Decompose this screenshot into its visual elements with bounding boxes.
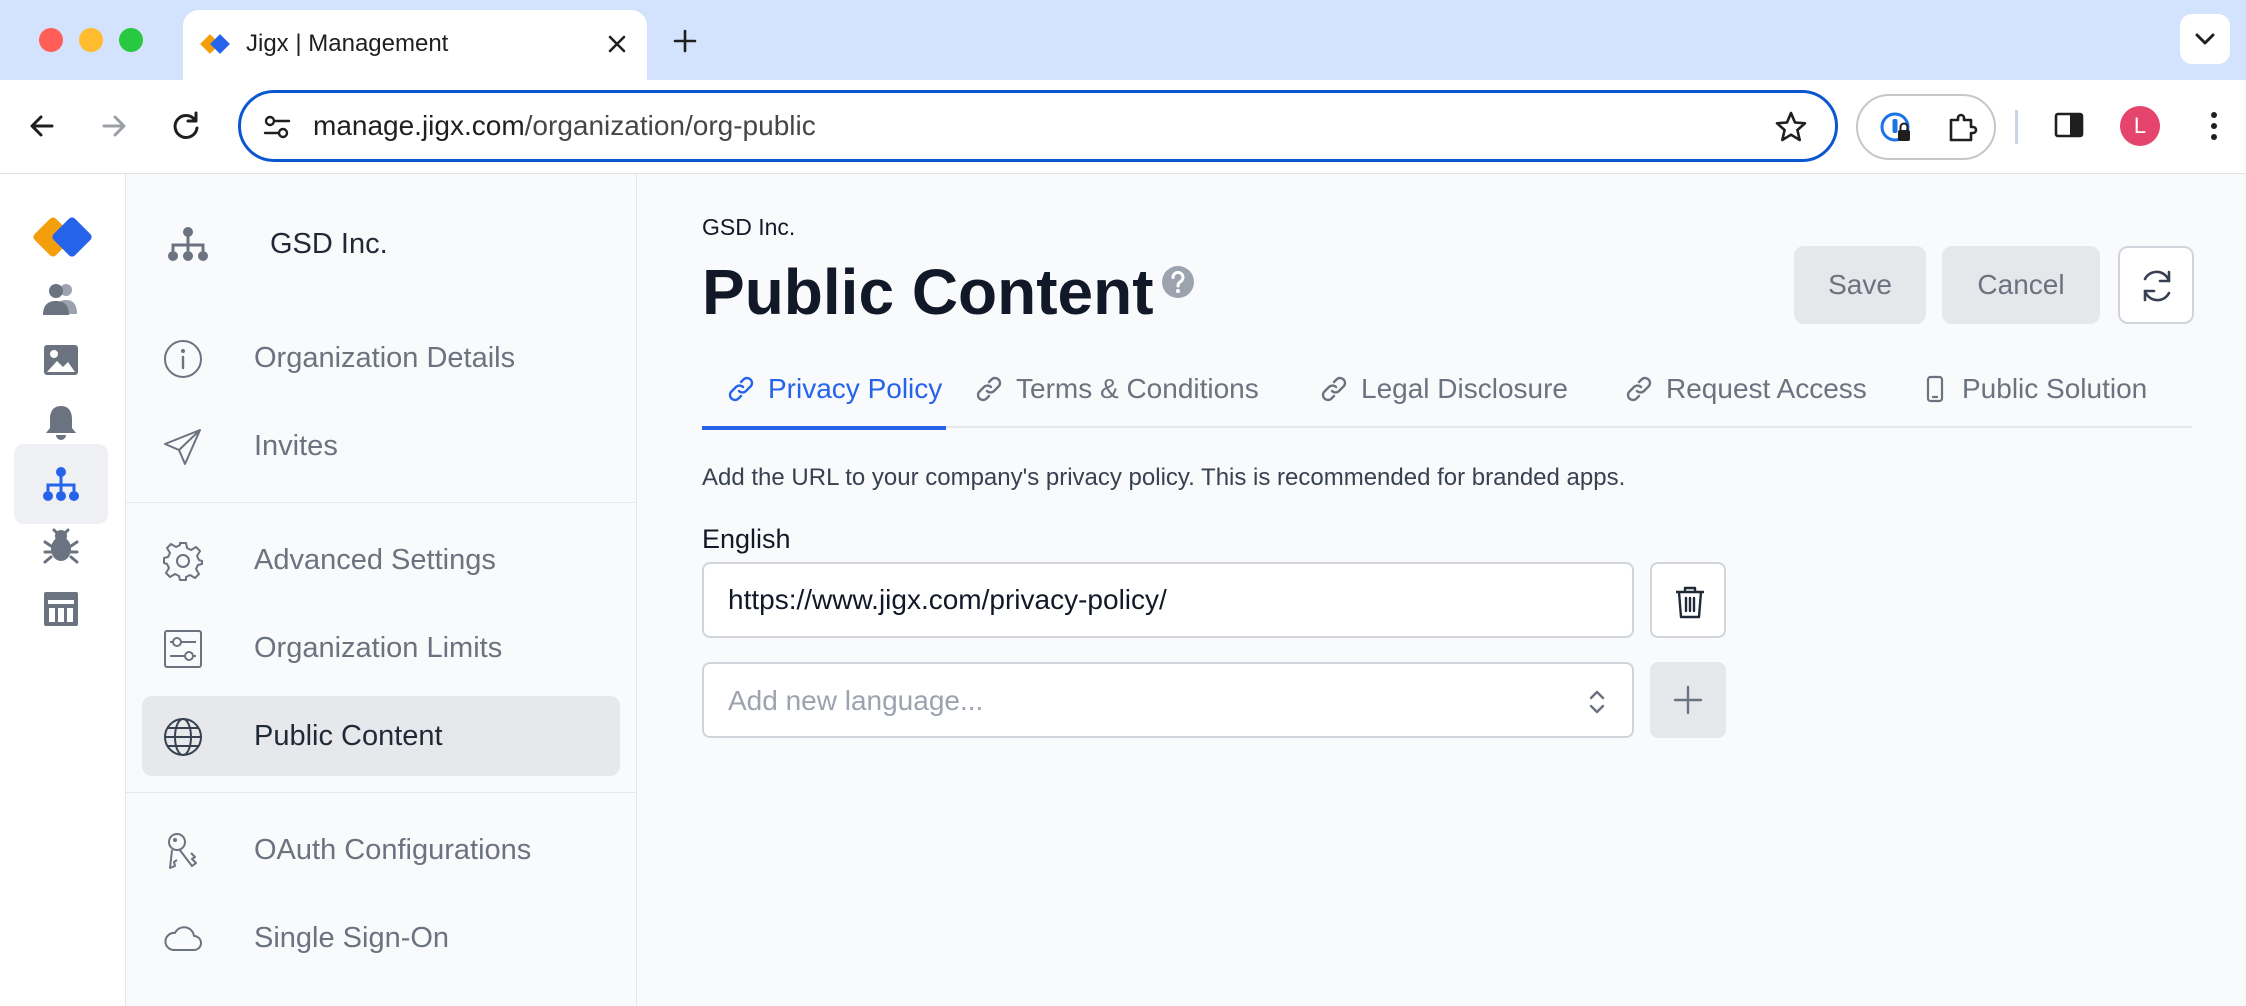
link-icon: [1626, 376, 1652, 402]
tab-terms-conditions[interactable]: Terms & Conditions: [974, 360, 1274, 428]
add-language-button[interactable]: [1650, 662, 1726, 738]
cloud-icon: [164, 926, 202, 951]
url-text: manage.jigx.com/organization/org-public: [313, 106, 816, 146]
save-button[interactable]: Save: [1794, 246, 1926, 324]
browser-tab-strip: Jigx | Management: [0, 0, 2246, 80]
url-host: manage.jigx.com: [313, 110, 525, 141]
jigx-favicon-icon: [200, 34, 230, 54]
toolbar-divider: [2015, 110, 2018, 144]
tab-privacy-policy[interactable]: Privacy Policy: [702, 360, 946, 430]
extensions-group: [1856, 94, 1996, 160]
subnav-item-label: Invites: [254, 430, 338, 462]
tab-title: Jigx | Management: [246, 30, 449, 57]
tab-label: Terms & Conditions: [1016, 373, 1259, 404]
side-panel-icon[interactable]: [2052, 108, 2086, 142]
org-name: GSD Inc.: [270, 228, 388, 260]
breadcrumb[interactable]: GSD Inc.: [702, 214, 795, 241]
tab-description: Add the URL to your company's privacy po…: [702, 464, 1626, 491]
org-tree-icon: [168, 227, 208, 261]
back-arrow-icon[interactable]: [22, 106, 62, 146]
subnav-item-label: Public Content: [254, 720, 443, 752]
tab-label: Request Access: [1666, 373, 1867, 404]
window-close-button[interactable]: [39, 28, 63, 52]
info-icon: [164, 340, 202, 378]
subnav-divider: [126, 792, 637, 793]
close-icon[interactable]: [603, 30, 631, 58]
help-icon[interactable]: [1160, 264, 1196, 300]
tab-public-solution[interactable]: Public Solution: [1920, 360, 2170, 428]
content-tabs: Privacy Policy Terms & Conditions Legal …: [702, 360, 2192, 430]
keys-icon: [168, 833, 197, 869]
tab-search-button[interactable]: [2180, 14, 2230, 64]
trash-icon: [1676, 586, 1704, 619]
subnav-item-oauth-configurations[interactable]: OAuth Configurations: [142, 810, 620, 890]
reload-icon[interactable]: [166, 106, 206, 146]
subnav-item-label: Organization Limits: [254, 632, 503, 664]
select-chevrons-icon: [1589, 690, 1605, 714]
subnav-item-invites[interactable]: Invites: [142, 406, 620, 486]
extensions-puzzle-icon[interactable]: [1944, 110, 1980, 146]
tab-label: Public Solution: [1962, 373, 2148, 404]
library-icon: [44, 592, 78, 626]
add-language-placeholder: Add new language...: [728, 685, 984, 716]
delete-language-button[interactable]: [1650, 562, 1726, 638]
cancel-button[interactable]: Cancel: [1942, 246, 2100, 324]
link-icon: [1321, 376, 1347, 402]
subnav-item-single-sign-on[interactable]: Single Sign-On: [142, 898, 620, 978]
profile-avatar[interactable]: L: [2120, 106, 2160, 146]
subnav-divider: [126, 502, 637, 503]
gear-icon: [163, 542, 203, 581]
link-icon: [976, 376, 1002, 402]
tab-legal-disclosure[interactable]: Legal Disclosure: [1319, 360, 1579, 428]
chevron-down-icon: [2195, 33, 2215, 45]
more-menu-icon[interactable]: [2200, 106, 2228, 146]
tab-request-access[interactable]: Request Access: [1624, 360, 1874, 428]
globe-icon: [164, 718, 202, 756]
new-tab-plus-icon[interactable]: [668, 24, 702, 58]
privacy-url-input[interactable]: [704, 564, 1632, 636]
subnav-item-label: Single Sign-On: [254, 922, 450, 954]
org-tree-icon: [43, 467, 79, 501]
address-bar[interactable]: manage.jigx.com/organization/org-public: [238, 90, 1838, 162]
refresh-icon: [2143, 270, 2171, 302]
settings-subnav: GSD Inc. Organization Details Invites Ad…: [126, 174, 637, 1006]
privacy-url-field[interactable]: [702, 562, 1634, 638]
rail-item-library[interactable]: [14, 568, 108, 648]
browser-tab-active[interactable]: Jigx | Management: [183, 10, 647, 80]
site-settings-icon[interactable]: [261, 111, 293, 143]
main-content: GSD Inc. Public Content Save Cancel Priv…: [638, 174, 2246, 1006]
language-label: English: [702, 524, 791, 554]
bug-icon: [43, 528, 79, 564]
phone-icon: [1926, 375, 1944, 403]
window-minimize-button[interactable]: [79, 28, 103, 52]
tab-label: Privacy Policy: [768, 373, 943, 404]
image-icon: [44, 345, 78, 375]
refresh-button[interactable]: [2118, 246, 2194, 324]
tab-label: Legal Disclosure: [1361, 373, 1568, 404]
bell-icon: [46, 406, 76, 440]
link-icon: [728, 376, 754, 402]
url-path: /organization/org-public: [524, 110, 816, 141]
send-icon: [164, 429, 201, 465]
password-manager-extension-icon[interactable]: [1878, 110, 1914, 146]
subnav-item-organization-details[interactable]: Organization Details: [142, 318, 620, 398]
window-zoom-button[interactable]: [119, 28, 143, 52]
subnav-item-advanced-settings[interactable]: Advanced Settings: [142, 520, 620, 600]
sliders-icon: [164, 630, 202, 668]
browser-toolbar: manage.jigx.com/organization/org-public …: [0, 80, 2246, 174]
icon-rail: [0, 174, 126, 1006]
subnav-item-label: Advanced Settings: [254, 544, 496, 576]
page-title: Public Content: [702, 256, 1154, 328]
subnav-item-organization-limits[interactable]: Organization Limits: [142, 608, 620, 688]
users-icon: [43, 284, 77, 315]
subnav-item-public-content[interactable]: Public Content: [142, 696, 620, 776]
subnav-item-label: Organization Details: [254, 342, 516, 374]
add-language-select[interactable]: Add new language...: [702, 662, 1634, 738]
forward-arrow-icon[interactable]: [94, 106, 134, 146]
subnav-item-label: OAuth Configurations: [254, 834, 532, 866]
bookmark-star-icon[interactable]: [1773, 109, 1809, 145]
plus-icon: [1673, 685, 1703, 715]
